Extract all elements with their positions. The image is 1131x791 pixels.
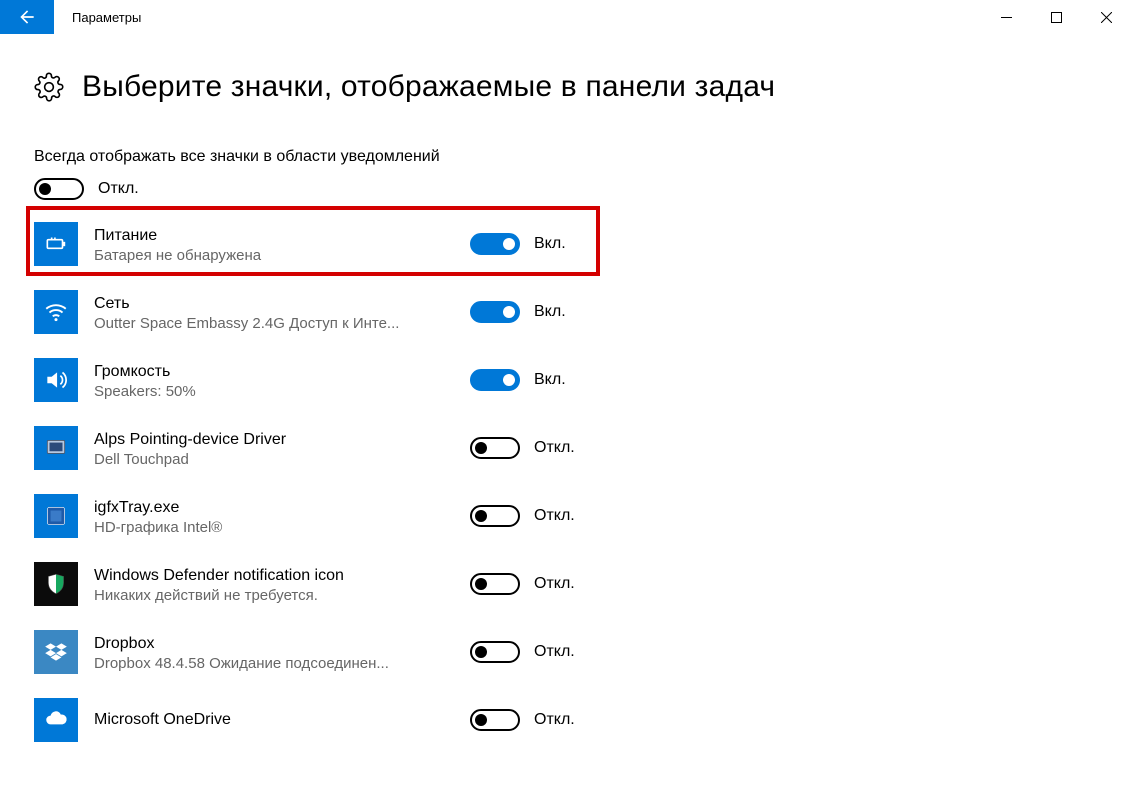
list-item: ПитаниеБатарея не обнаружена Вкл. [34, 222, 1097, 266]
item-subtitle: Dropbox 48.4.58 Ожидание подсоединен... [94, 655, 470, 672]
item-toggle[interactable] [470, 233, 520, 255]
master-toggle-label: Откл. [98, 180, 139, 198]
item-title: Microsoft OneDrive [94, 709, 470, 731]
back-button[interactable] [0, 0, 54, 34]
maximize-icon [1051, 12, 1062, 23]
page-header: Выберите значки, отображаемые в панели з… [34, 70, 1097, 104]
maximize-button[interactable] [1031, 0, 1081, 34]
wifi-icon [34, 290, 78, 334]
item-text: ПитаниеБатарея не обнаружена [94, 225, 470, 264]
dropbox-icon [34, 630, 78, 674]
minimize-icon [1001, 12, 1012, 23]
list-item: Microsoft OneDrive Откл. [34, 698, 1097, 742]
item-toggle-label: Вкл. [534, 303, 566, 321]
list-item: Alps Pointing-device DriverDell Touchpad… [34, 426, 1097, 470]
item-subtitle: HD-графика Intel® [94, 519, 470, 536]
item-toggle-area: Откл. [470, 505, 575, 527]
item-title: Питание [94, 225, 470, 247]
titlebar: Параметры [0, 0, 1131, 34]
intel-gfx-icon [34, 494, 78, 538]
item-text: Alps Pointing-device DriverDell Touchpad [94, 429, 470, 468]
always-show-label: Всегда отображать все значки в области у… [34, 148, 1097, 166]
touchpad-icon [34, 426, 78, 470]
item-toggle-area: Откл. [470, 437, 575, 459]
item-title: igfxTray.exe [94, 497, 470, 519]
volume-icon [34, 358, 78, 402]
item-toggle-area: Вкл. [470, 369, 566, 391]
onedrive-icon [34, 698, 78, 742]
item-toggle-label: Откл. [534, 643, 575, 661]
list-item: СетьOutter Space Embassy 2.4G Доступ к И… [34, 290, 1097, 334]
item-title: Windows Defender notification icon [94, 565, 470, 587]
item-subtitle: Dell Touchpad [94, 451, 470, 468]
item-toggle-area: Откл. [470, 641, 575, 663]
content-area: Выберите значки, отображаемые в панели з… [0, 34, 1131, 742]
item-toggle-label: Вкл. [534, 371, 566, 389]
list-item: DropboxDropbox 48.4.58 Ожидание подсоеди… [34, 630, 1097, 674]
item-toggle[interactable] [470, 437, 520, 459]
item-text: СетьOutter Space Embassy 2.4G Доступ к И… [94, 293, 470, 332]
item-text: igfxTray.exeHD-графика Intel® [94, 497, 470, 536]
back-arrow-icon [17, 7, 37, 27]
item-subtitle: Батарея не обнаружена [94, 247, 470, 264]
minimize-button[interactable] [981, 0, 1031, 34]
item-subtitle: Outter Space Embassy 2.4G Доступ к Инте.… [94, 315, 470, 332]
items-list: ПитаниеБатарея не обнаружена Вкл. СетьOutt… [34, 222, 1097, 742]
item-title: Громкость [94, 361, 470, 383]
item-toggle-area: Откл. [470, 709, 575, 731]
item-title: Dropbox [94, 633, 470, 655]
master-toggle[interactable] [34, 178, 84, 200]
list-item: Windows Defender notification iconНикаки… [34, 562, 1097, 606]
item-toggle-label: Откл. [534, 711, 575, 729]
gear-icon [34, 72, 64, 102]
item-toggle[interactable] [470, 641, 520, 663]
item-toggle[interactable] [470, 709, 520, 731]
defender-icon [34, 562, 78, 606]
master-toggle-row: Откл. [34, 178, 1097, 200]
item-toggle-label: Вкл. [534, 235, 566, 253]
item-text: Microsoft OneDrive [94, 709, 470, 731]
item-toggle[interactable] [470, 505, 520, 527]
item-title: Alps Pointing-device Driver [94, 429, 470, 451]
item-text: ГромкостьSpeakers: 50% [94, 361, 470, 400]
item-subtitle: Speakers: 50% [94, 383, 470, 400]
item-toggle-area: Вкл. [470, 301, 566, 323]
list-item: ГромкостьSpeakers: 50% Вкл. [34, 358, 1097, 402]
close-button[interactable] [1081, 0, 1131, 34]
window-title: Параметры [54, 0, 981, 34]
item-text: DropboxDropbox 48.4.58 Ожидание подсоеди… [94, 633, 470, 672]
close-icon [1101, 12, 1112, 23]
item-toggle[interactable] [470, 369, 520, 391]
power-icon [34, 222, 78, 266]
item-toggle-label: Откл. [534, 507, 575, 525]
item-toggle-area: Откл. [470, 573, 575, 595]
item-text: Windows Defender notification iconНикаки… [94, 565, 470, 604]
item-toggle[interactable] [470, 301, 520, 323]
item-toggle-label: Откл. [534, 439, 575, 457]
item-toggle[interactable] [470, 573, 520, 595]
item-title: Сеть [94, 293, 470, 315]
page-title: Выберите значки, отображаемые в панели з… [82, 70, 775, 104]
item-subtitle: Никаких действий не требуется. [94, 587, 470, 604]
item-toggle-label: Откл. [534, 575, 575, 593]
list-item: igfxTray.exeHD-графика Intel® Откл. [34, 494, 1097, 538]
item-toggle-area: Вкл. [470, 233, 566, 255]
window-controls [981, 0, 1131, 34]
